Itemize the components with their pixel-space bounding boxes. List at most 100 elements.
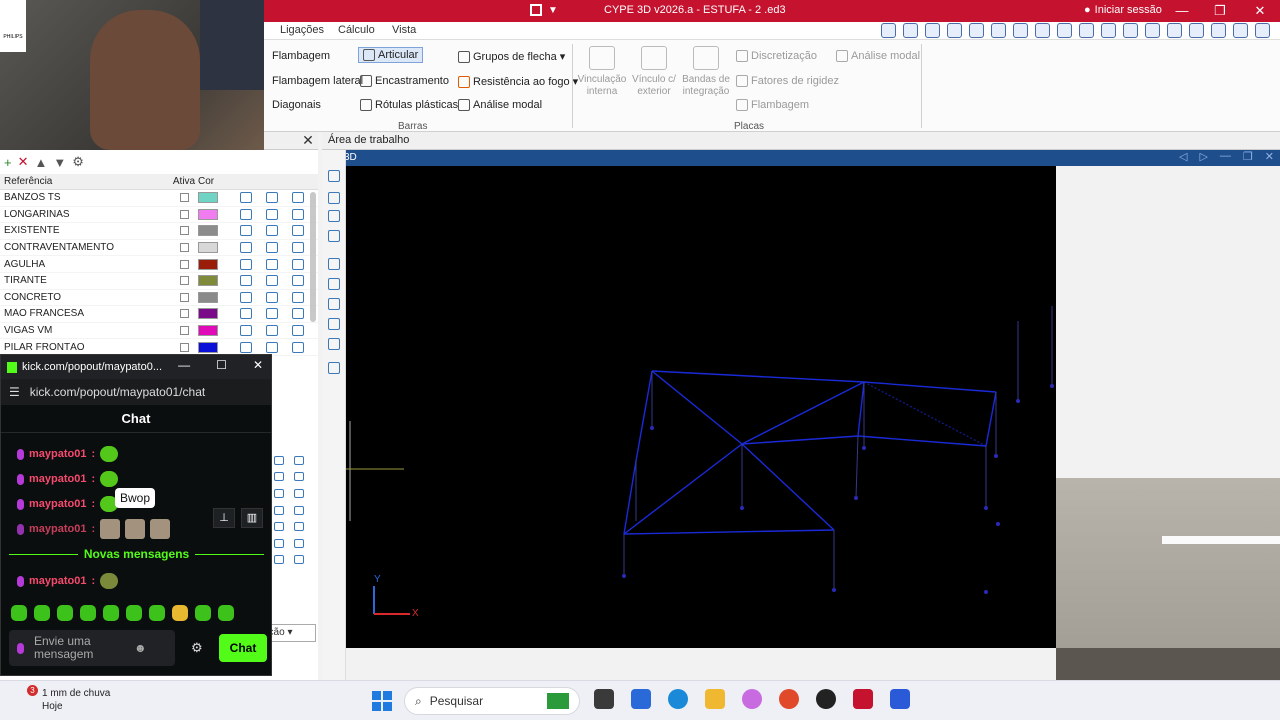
zoom-in-icon[interactable]: [947, 23, 962, 38]
chat-input[interactable]: Envie uma mensagem ☻: [9, 630, 175, 666]
cube-icon[interactable]: [240, 258, 252, 270]
pin-icon[interactable]: ⊥: [213, 508, 235, 528]
brace[interactable]: [623, 443, 743, 535]
cube-icon[interactable]: [240, 208, 252, 220]
lock-icon[interactable]: [292, 242, 304, 254]
maximize-icon[interactable]: ☐: [216, 358, 227, 372]
emote-icon[interactable]: [80, 605, 96, 621]
square-icon[interactable]: [1145, 23, 1160, 38]
articular-button[interactable]: Articular: [358, 47, 424, 63]
eye-icon[interactable]: [274, 455, 284, 465]
emote-icon[interactable]: [100, 471, 119, 487]
edge-icon[interactable]: [668, 689, 688, 709]
brace[interactable]: [741, 381, 865, 445]
beam[interactable]: [857, 435, 987, 447]
support-node[interactable]: [996, 522, 1000, 526]
placas-analise-modal-button[interactable]: Análise modal: [836, 50, 920, 62]
encastramento-button[interactable]: Encastramento: [360, 75, 449, 87]
support-node[interactable]: [984, 590, 988, 594]
close-icon[interactable]: ✕: [253, 358, 263, 372]
brace[interactable]: [651, 370, 743, 445]
cube-icon[interactable]: [240, 308, 252, 320]
zoom-window-icon[interactable]: [903, 23, 918, 38]
eye-icon[interactable]: [266, 275, 278, 287]
next-view-icon[interactable]: ▷: [1199, 150, 1207, 163]
pan-icon[interactable]: [1013, 23, 1028, 38]
grid-icon[interactable]: [1079, 23, 1094, 38]
minimize-icon[interactable]: —: [178, 358, 190, 372]
analise-modal-button[interactable]: Análise modal: [458, 99, 542, 111]
eye-icon[interactable]: [274, 488, 284, 498]
support-node[interactable]: [994, 454, 998, 458]
cube-icon[interactable]: [240, 325, 252, 337]
flambagem-button[interactable]: Flambagem: [272, 50, 330, 62]
support-node[interactable]: [832, 588, 836, 592]
support-node[interactable]: [650, 426, 654, 430]
add-icon[interactable]: +: [4, 155, 12, 170]
color-swatch[interactable]: [198, 341, 218, 353]
emote-icon[interactable]: [218, 605, 234, 621]
copilot-icon[interactable]: [742, 689, 762, 709]
active-checkbox[interactable]: [179, 342, 189, 352]
send-chat-button[interactable]: Chat: [219, 634, 267, 662]
obs-icon[interactable]: [816, 689, 836, 709]
layer-row[interactable]: AGULHA: [0, 256, 318, 273]
lock-icon[interactable]: [294, 505, 304, 515]
menu-ligacoes[interactable]: Ligações: [280, 24, 324, 36]
eye-icon[interactable]: [274, 555, 284, 565]
column[interactable]: [855, 435, 859, 499]
layer-row[interactable]: TIRANTE: [0, 273, 318, 290]
eye-icon[interactable]: [266, 225, 278, 237]
menu-vista[interactable]: Vista: [392, 24, 416, 36]
lock-icon[interactable]: [292, 275, 304, 287]
color-swatch[interactable]: [198, 325, 218, 337]
cube-icon[interactable]: [240, 225, 252, 237]
weather-widget[interactable]: 3 1 mm de chuva Hoje: [20, 685, 110, 713]
node-icon[interactable]: [328, 230, 340, 242]
cat-emote-icon[interactable]: [125, 519, 146, 539]
maximize-button[interactable]: ❐: [1208, 2, 1232, 20]
previous-view-icon[interactable]: ◁: [1179, 150, 1187, 163]
layers-3d-icon[interactable]: [328, 318, 340, 330]
discretizacao-button[interactable]: Discretização: [736, 50, 817, 62]
support-node[interactable]: [740, 506, 744, 510]
eye-icon[interactable]: [274, 538, 284, 548]
globe-icon[interactable]: [1255, 23, 1270, 38]
render-icon[interactable]: [328, 210, 340, 222]
panel-icon[interactable]: [1233, 23, 1248, 38]
emote-icon[interactable]: [100, 573, 119, 589]
flambagem-lateral-button[interactable]: Flambagem lateral: [272, 75, 363, 87]
support-node[interactable]: [1050, 384, 1054, 388]
store-icon[interactable]: [631, 689, 651, 709]
file-explorer-icon[interactable]: [705, 689, 725, 709]
sign-in-button[interactable]: ● Iniciar sessão: [1084, 4, 1162, 16]
active-checkbox[interactable]: [179, 326, 189, 336]
vinculacao-interna-button[interactable]: Vinculação interna: [576, 46, 628, 98]
active-checkbox[interactable]: [179, 193, 189, 203]
active-checkbox[interactable]: [179, 276, 189, 286]
lock-icon[interactable]: [292, 225, 304, 237]
eye-icon[interactable]: [266, 325, 278, 337]
3d-viewport[interactable]: Y X: [346, 166, 1056, 648]
delete-icon[interactable]: ✕: [18, 154, 29, 170]
beam[interactable]: [635, 370, 653, 462]
active-checkbox[interactable]: [179, 209, 189, 219]
cube-icon[interactable]: [240, 275, 252, 287]
layers-icon[interactable]: [1101, 23, 1116, 38]
emote-icon[interactable]: [195, 605, 211, 621]
close-view-icon[interactable]: ✕: [1265, 150, 1274, 163]
support-node[interactable]: [854, 496, 858, 500]
lock-icon[interactable]: [294, 488, 304, 498]
beam[interactable]: [857, 381, 865, 437]
column-referencia[interactable]: Referência: [0, 176, 170, 187]
search-icon[interactable]: [881, 23, 896, 38]
fit-icon[interactable]: [1057, 23, 1072, 38]
chrome-icon[interactable]: [779, 689, 799, 709]
color-swatch[interactable]: [198, 275, 218, 287]
vinculo-exterior-button[interactable]: Vínculo c/ exterior: [628, 46, 680, 98]
layer-row[interactable]: BANZOS TS: [0, 190, 318, 207]
eye-icon[interactable]: [266, 192, 278, 204]
layer-row[interactable]: CONTRAVENTAMENTO: [0, 240, 318, 257]
beam[interactable]: [741, 435, 859, 445]
move-up-icon[interactable]: ▲: [35, 155, 48, 170]
